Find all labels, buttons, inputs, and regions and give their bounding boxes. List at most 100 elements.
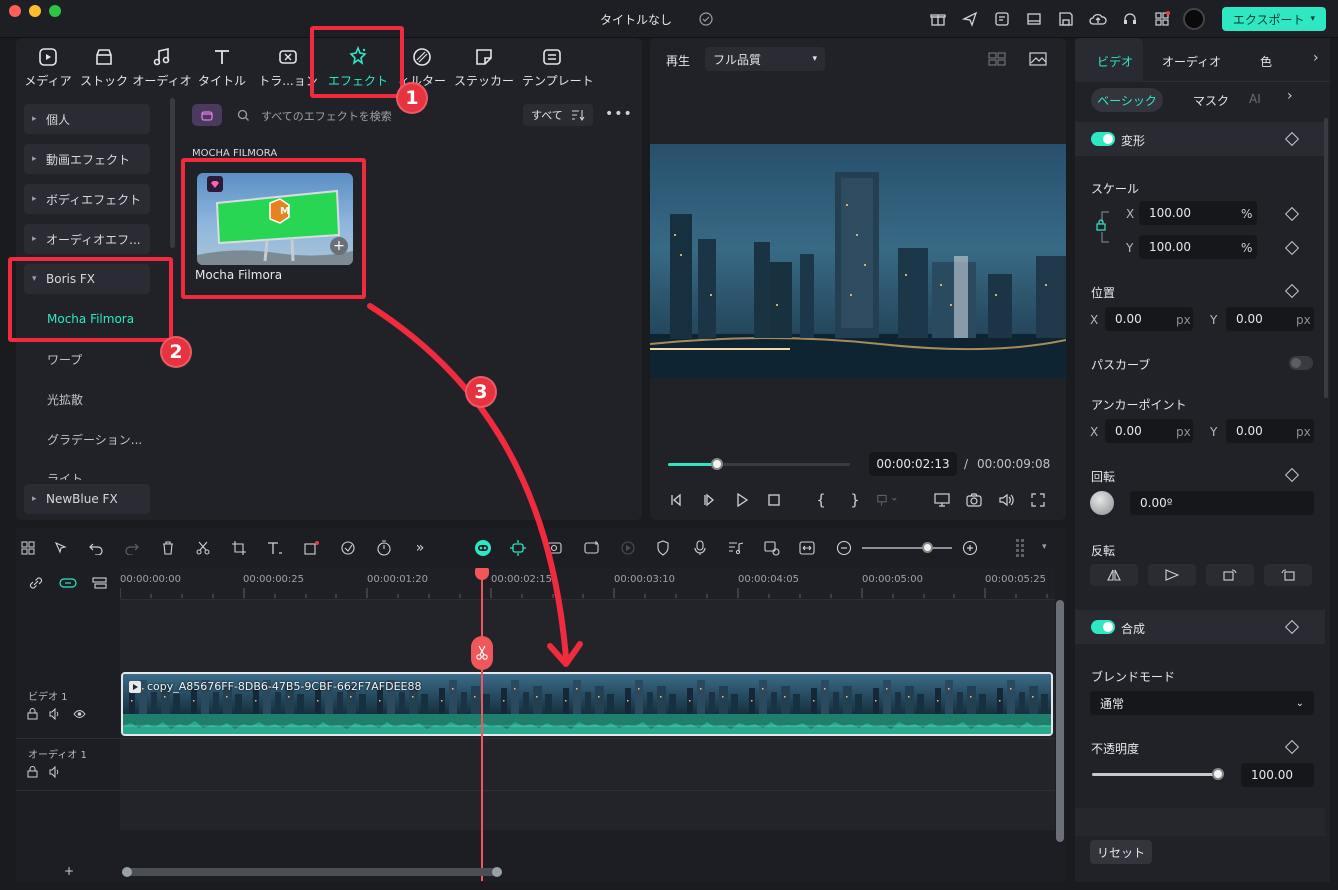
shape-tool-icon[interactable] xyxy=(302,538,322,558)
fullscreen-icon[interactable] xyxy=(1027,489,1049,511)
apps-grid-icon[interactable] xyxy=(1152,9,1172,29)
delete-icon[interactable] xyxy=(158,538,178,558)
opacity-field[interactable]: 100.00 xyxy=(1241,763,1314,787)
tab-video[interactable]: ビデオ xyxy=(1075,38,1143,82)
filter-dropdown[interactable]: すべて xyxy=(523,104,593,126)
tab-audio-inspector[interactable]: オーディオ xyxy=(1162,53,1221,70)
snapshot-view-icon[interactable] xyxy=(1027,50,1049,68)
mark-out-icon[interactable]: } xyxy=(844,489,866,511)
path-curve-toggle[interactable] xyxy=(1289,356,1313,370)
mark-in-icon[interactable]: { xyxy=(810,489,832,511)
sub-item-warp[interactable]: ワープ xyxy=(47,351,82,368)
grid-view-icon[interactable] xyxy=(986,50,1008,68)
tab-sticker[interactable]: ステッカー xyxy=(454,44,514,90)
subtab-mask[interactable]: マスク xyxy=(1193,92,1229,109)
rotate-cw-button[interactable] xyxy=(1206,564,1254,586)
composite-toggle[interactable] xyxy=(1091,620,1115,634)
select-tool-icon[interactable] xyxy=(51,538,71,558)
speed-tool-icon[interactable] xyxy=(338,538,358,558)
keyframe-diamond-icon[interactable] xyxy=(1284,283,1300,299)
minimize-window-button[interactable] xyxy=(29,5,41,17)
close-window-button[interactable] xyxy=(9,5,21,17)
preview-progress-knob[interactable] xyxy=(711,458,724,470)
layout-icon[interactable] xyxy=(1024,9,1044,29)
headset-icon[interactable] xyxy=(1120,9,1140,29)
volume-icon[interactable] xyxy=(995,489,1017,511)
opacity-slider-track[interactable] xyxy=(1092,773,1218,776)
add-track-plus-icon[interactable]: + xyxy=(64,864,74,878)
category-personal[interactable]: 個人 xyxy=(24,104,150,134)
keyframe-diamond-icon[interactable] xyxy=(1284,240,1300,256)
category-body-effects[interactable]: ボディエフェクト xyxy=(24,184,150,214)
zoom-slider-knob[interactable] xyxy=(922,542,933,553)
gift-icon[interactable] xyxy=(928,9,948,29)
store-icon[interactable] xyxy=(192,104,222,126)
more-icon[interactable]: ••• xyxy=(605,106,633,122)
category-video-effects[interactable]: 動画エフェクト xyxy=(24,144,150,174)
category-audio-effects[interactable]: オーディオエフ... xyxy=(24,224,150,254)
eye-icon[interactable] xyxy=(72,707,86,721)
crop-icon[interactable] xyxy=(229,538,249,558)
lock-icon[interactable] xyxy=(25,707,39,721)
prev-frame-icon[interactable] xyxy=(666,489,688,511)
tab-title[interactable]: タイトル xyxy=(192,44,252,90)
avatar[interactable] xyxy=(1183,8,1205,30)
zoom-window-button[interactable] xyxy=(49,5,61,17)
rotate-dial[interactable] xyxy=(1090,491,1114,515)
scale-x-field[interactable]: 100.00 xyxy=(1139,201,1257,225)
timeline-v-scrollbar[interactable] xyxy=(1056,600,1064,842)
zoom-in-icon[interactable] xyxy=(960,538,980,558)
text-tool-icon[interactable] xyxy=(265,538,285,558)
insert-icon[interactable] xyxy=(876,489,898,511)
chevron-right-icon[interactable]: › xyxy=(1287,88,1293,104)
sub-item-light[interactable]: ライト xyxy=(47,470,83,480)
rotate-field[interactable]: 0.00º xyxy=(1130,491,1314,515)
add-track-icon[interactable] xyxy=(90,573,110,593)
timeline-h-scrollbar[interactable] xyxy=(122,868,502,876)
keyframe-diamond-icon[interactable] xyxy=(1284,739,1300,755)
chevron-down-icon[interactable]: ▾ xyxy=(1042,542,1047,552)
blend-mode-dropdown[interactable]: 通常 ⌄ xyxy=(1090,691,1314,715)
sub-item-light-diffuse[interactable]: 光拡散 xyxy=(47,391,83,408)
redo-icon[interactable] xyxy=(122,538,142,558)
scrollbar-end-handle[interactable] xyxy=(492,867,502,877)
subtab-basic[interactable]: ベーシック xyxy=(1091,88,1163,112)
tab-template[interactable]: テンプレート xyxy=(522,44,594,90)
flip-horizontal-button[interactable] xyxy=(1090,564,1138,586)
transform-toggle[interactable] xyxy=(1091,132,1115,146)
zoom-out-icon[interactable] xyxy=(834,538,854,558)
sub-item-gradation[interactable]: グラデーション... xyxy=(47,431,142,448)
keyframe-diamond-icon[interactable] xyxy=(1284,467,1300,483)
music-list-icon[interactable] xyxy=(726,538,746,558)
fit-icon[interactable] xyxy=(797,538,817,558)
scale-y-field[interactable]: 100.00 xyxy=(1139,235,1257,259)
keyframe-diamond-icon[interactable] xyxy=(1284,206,1300,222)
tab-color[interactable]: 色 xyxy=(1260,53,1272,70)
tab-transition[interactable]: トラ...ョン xyxy=(258,44,318,90)
opacity-slider-knob[interactable] xyxy=(1212,768,1224,780)
auto-sync-icon[interactable] xyxy=(762,538,782,558)
tab-media[interactable]: メディア xyxy=(18,44,78,90)
subtab-ai[interactable]: AI xyxy=(1249,92,1261,106)
search-input[interactable]: すべてのエフェクトを検索 xyxy=(261,108,392,124)
video-preview-frame[interactable] xyxy=(650,144,1066,378)
category-newblue-fx[interactable]: NewBlue FX xyxy=(24,484,150,514)
scrollbar-start-handle[interactable] xyxy=(122,867,132,877)
magnet-link-icon[interactable] xyxy=(58,573,78,593)
flip-vertical-button[interactable] xyxy=(1148,564,1196,586)
lock-ratio-icon[interactable] xyxy=(1095,210,1111,244)
zoom-slider-track[interactable] xyxy=(862,547,952,549)
link-icon[interactable] xyxy=(26,573,46,593)
save-icon[interactable] xyxy=(1056,9,1076,29)
speaker-icon[interactable] xyxy=(48,765,62,779)
shield-icon[interactable] xyxy=(653,538,673,558)
send-icon[interactable] xyxy=(960,9,980,29)
current-time[interactable]: 00:00:02:13 xyxy=(869,452,957,476)
lock-icon[interactable] xyxy=(25,765,39,779)
stop-icon[interactable] xyxy=(763,489,785,511)
reset-button[interactable]: リセット xyxy=(1090,840,1152,864)
microphone-icon[interactable] xyxy=(690,538,710,558)
cloud-upload-icon[interactable] xyxy=(1088,9,1108,29)
quality-dropdown[interactable]: フル品質 ▾ xyxy=(705,47,825,71)
tab-stock[interactable]: ストック xyxy=(74,44,134,90)
